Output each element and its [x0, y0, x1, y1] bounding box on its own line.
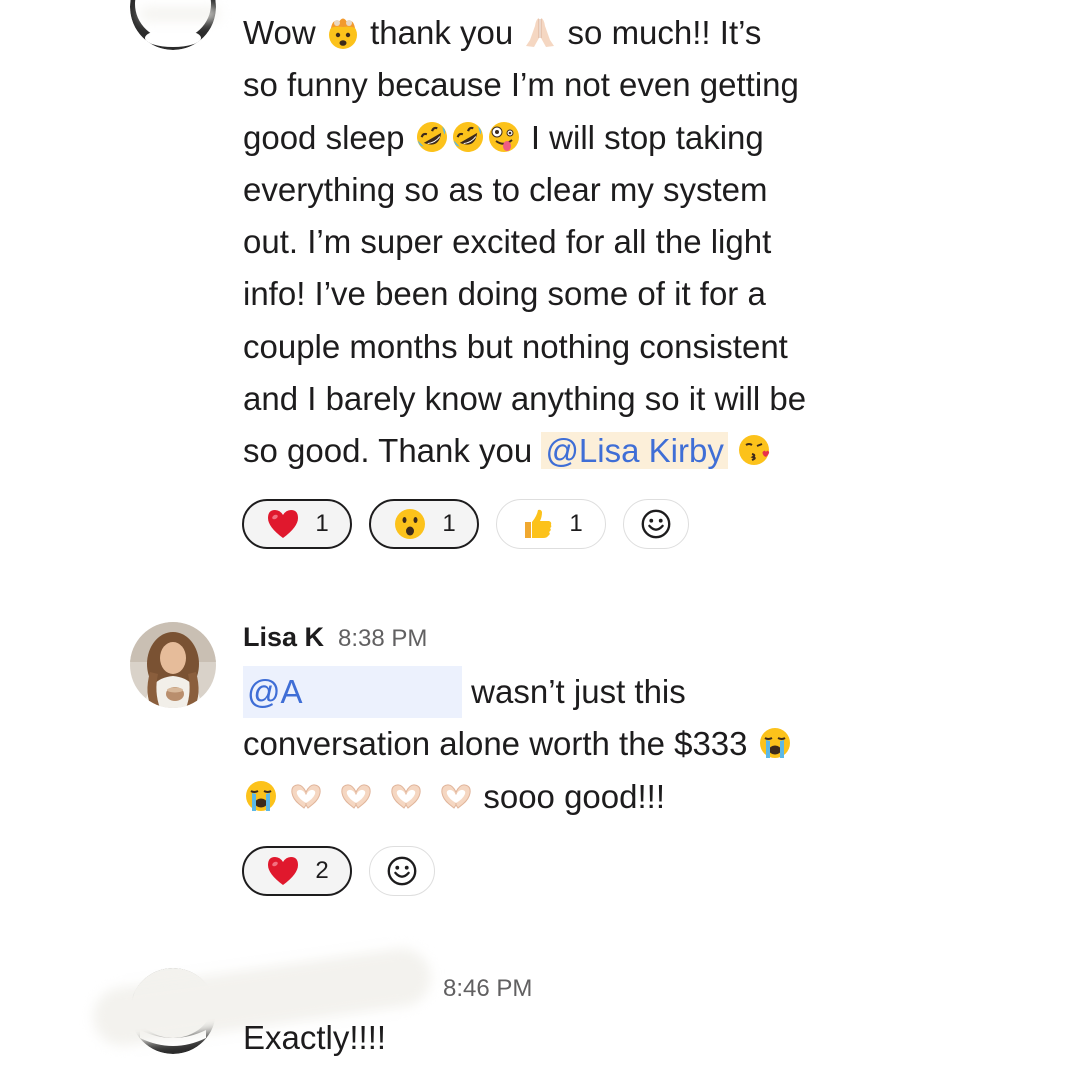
user-mention[interactable]: @Lisa Kirby	[541, 432, 728, 470]
surprised-face-emoji-icon	[392, 506, 428, 542]
loudly-crying-emoji-icon	[757, 725, 793, 761]
add-reaction-icon	[639, 507, 673, 541]
message-line: couple months but nothing consistent	[243, 327, 788, 365]
reaction-count: 1	[442, 510, 456, 537]
heart-emoji-icon	[265, 506, 301, 542]
message-header: Lisa K 8:38 PM	[243, 622, 427, 653]
loudly-crying-emoji-icon	[243, 778, 279, 814]
thumbs-up-emoji-icon	[519, 506, 555, 542]
heart-emoji-icon	[265, 853, 301, 889]
add-reaction-button[interactable]	[623, 499, 689, 549]
message-line: @A wasn’t just this	[243, 666, 793, 719]
message-line: info! I’ve been doing some of it for a	[243, 275, 766, 313]
heart-hands-emoji-icon	[388, 778, 424, 814]
reaction-count: 2	[315, 857, 329, 884]
reaction-surprised[interactable]: 1	[369, 499, 479, 549]
reaction-heart[interactable]: 2	[242, 846, 352, 896]
rofl-emoji-icon	[414, 119, 450, 155]
message-body: Wow thank you so much!! It’s so funny be…	[243, 7, 806, 478]
message-header: 8:46 PM	[429, 975, 532, 1003]
kiss-face-emoji-icon	[737, 432, 773, 468]
zany-face-emoji-icon	[486, 119, 522, 155]
message-body: Exactly!!!!	[243, 1019, 387, 1056]
folded-hands-emoji-icon	[522, 14, 558, 50]
message-line: everything so as to clear my system	[243, 170, 768, 208]
message-body: @A wasn’t just this conversation alone w…	[243, 666, 793, 823]
reaction-thumbs-up[interactable]: 1	[496, 499, 606, 549]
message-line: and I barely know anything so it will be	[243, 380, 807, 418]
add-reaction-button[interactable]	[369, 846, 435, 896]
exploding-head-emoji-icon	[325, 14, 361, 50]
heart-hands-emoji-icon	[438, 778, 474, 814]
reaction-heart[interactable]: 1	[242, 499, 352, 549]
heart-hands-emoji-icon	[288, 778, 324, 814]
avatar-image-icon	[130, 622, 216, 708]
rofl-emoji-icon	[450, 119, 486, 155]
message-line: Wow thank you so much!! It’s	[243, 14, 762, 51]
heart-hands-emoji-icon	[338, 778, 374, 814]
timestamp[interactable]: 8:38 PM	[338, 625, 427, 652]
message-line: so good. Thank you @Lisa Kirby	[243, 425, 806, 477]
reaction-count: 1	[569, 510, 583, 537]
add-reaction-icon	[385, 854, 419, 888]
timestamp[interactable]: 8:46 PM	[443, 975, 532, 1002]
message-line: out. I’m super excited for all the light	[243, 223, 772, 261]
message-line: good sleep I will stop taking	[243, 112, 806, 164]
message-line: conversation alone worth the $333	[243, 718, 793, 770]
reaction-count: 1	[315, 510, 329, 537]
message-line: so funny because I’m not even getting	[243, 66, 799, 104]
message-line: sooo good!!!	[243, 771, 793, 823]
avatar[interactable]	[130, 622, 216, 708]
user-mention[interactable]: @A	[243, 666, 462, 719]
sender-name[interactable]: Lisa K	[243, 622, 324, 652]
